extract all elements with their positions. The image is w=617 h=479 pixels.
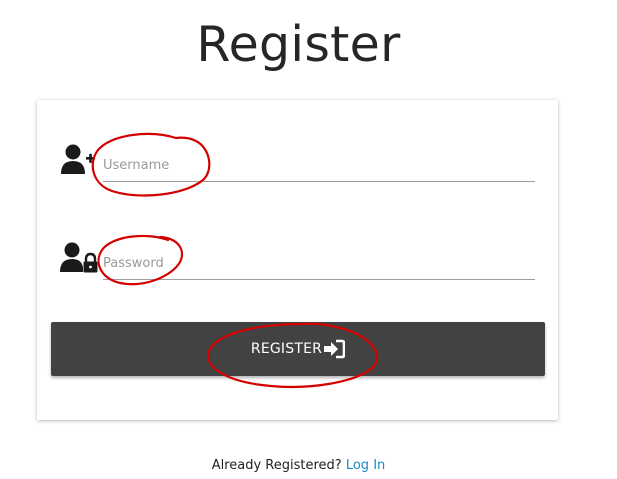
register-page: Register Username REGISTER Already Regis…: [0, 0, 617, 479]
username-row: [37, 142, 558, 202]
sign-in-icon: [323, 339, 346, 359]
password-row: [37, 240, 558, 300]
password-input[interactable]: [103, 248, 535, 280]
page-title: Register: [196, 16, 401, 73]
user-lock-icon: [60, 240, 98, 274]
login-link[interactable]: Log In: [346, 458, 385, 473]
login-prompt-text: Already Registered?: [211, 458, 342, 473]
register-button[interactable]: REGISTER: [51, 322, 545, 376]
register-button-label: REGISTER: [250, 341, 323, 357]
login-prompt: Already Registered? Log In: [0, 458, 597, 473]
username-input[interactable]: [103, 150, 535, 182]
user-plus-icon: [60, 142, 98, 176]
register-card: REGISTER: [37, 100, 558, 420]
